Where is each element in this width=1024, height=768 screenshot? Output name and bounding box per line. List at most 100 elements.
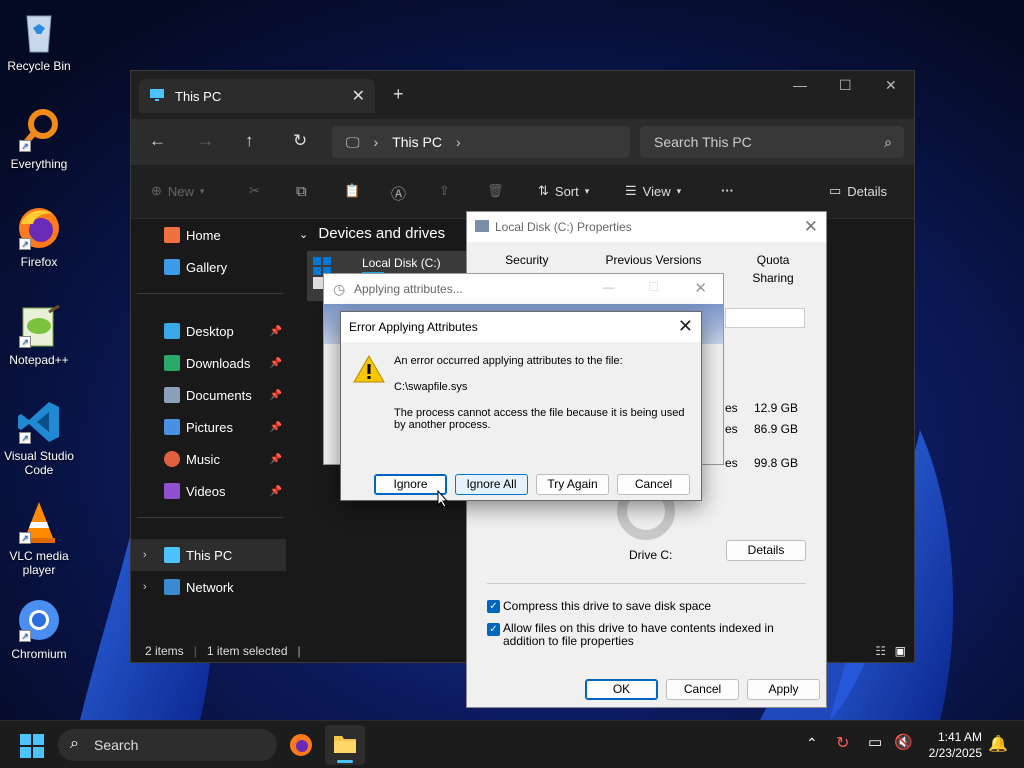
tab-sharing[interactable]: Sharing: [728, 269, 818, 287]
maximize-button[interactable]: ☐: [648, 280, 659, 294]
clock[interactable]: 1:41 AM 2/23/2025: [929, 729, 982, 761]
close-window-button[interactable]: ✕: [885, 77, 897, 94]
desktop-icon-firefox[interactable]: ↗ Firefox: [4, 204, 74, 269]
details-view-icon[interactable]: ☷: [875, 644, 886, 658]
paste-icon[interactable]: 📋: [344, 183, 360, 199]
search-input[interactable]: Search This PC ⌕: [640, 126, 904, 158]
tab-this-pc[interactable]: This PC ✕: [139, 79, 375, 113]
chevron-up-icon[interactable]: ⌃: [806, 735, 818, 752]
tab-quota[interactable]: Quota: [728, 251, 818, 269]
shortcut-arrow-icon: ↗: [19, 532, 31, 544]
address-bar[interactable]: 🖵 › This PC ›: [332, 126, 630, 158]
desktop-icon-vscode[interactable]: ↗ Visual Studio Code: [4, 398, 74, 477]
refresh-button[interactable]: ↻: [293, 131, 307, 151]
close-tab-icon[interactable]: ✕: [352, 86, 365, 106]
chevron-down-icon: ▾: [676, 185, 682, 196]
pin-icon[interactable]: 📌: [270, 422, 282, 433]
close-icon[interactable]: ✕: [694, 279, 707, 297]
nav-label: Downloads: [186, 355, 251, 371]
tab-previous-versions[interactable]: Previous Versions: [579, 251, 729, 269]
desktop-icon-notepadpp[interactable]: ↗ Notepad++: [4, 302, 74, 367]
file-explorer-taskbar-button[interactable]: [325, 725, 365, 765]
up-button[interactable]: ↑: [245, 131, 254, 151]
sync-icon[interactable]: ↻: [836, 733, 849, 753]
notepadpp-icon: ↗: [15, 302, 63, 350]
pin-icon[interactable]: 📌: [270, 486, 282, 497]
volume-label-input[interactable]: [725, 308, 805, 328]
cut-icon[interactable]: ✂: [249, 183, 260, 199]
network-status-icon[interactable]: ▭: [868, 733, 882, 751]
volume-muted-icon[interactable]: 🔇: [894, 733, 913, 751]
clock-date: 2/23/2025: [928, 746, 982, 760]
nav-label: This PC: [186, 547, 233, 563]
desktop-icon-chromium[interactable]: ↗ Chromium: [4, 596, 74, 661]
group-header[interactable]: ⌄ Devices and drives: [299, 225, 445, 242]
free-space-suffix: es: [725, 422, 738, 436]
status-divider: |: [297, 644, 301, 658]
nav-item-documents[interactable]: Documents 📌: [131, 379, 286, 411]
rename-icon[interactable]: Ⓐ: [391, 183, 406, 204]
ignore-all-button[interactable]: Ignore All: [455, 474, 528, 495]
pin-icon[interactable]: 📌: [270, 454, 282, 465]
ok-button[interactable]: OK: [585, 679, 658, 700]
notification-bell-icon[interactable]: 🔔: [988, 734, 1008, 754]
cancel-button[interactable]: Cancel: [617, 474, 690, 495]
firefox-taskbar-icon[interactable]: [288, 732, 314, 758]
desktop-icon-vlc[interactable]: ↗ VLC media player: [4, 498, 74, 577]
drive-name: Local Disk (C:): [362, 256, 441, 270]
compress-checkbox[interactable]: ✓: [487, 600, 500, 613]
forward-button[interactable]: →: [197, 131, 214, 151]
pin-icon[interactable]: 📌: [270, 326, 282, 337]
details-pane-button[interactable]: ▭ Details: [829, 183, 887, 199]
tab-security[interactable]: Security: [475, 251, 579, 269]
error-message: An error occurred applying attributes to…: [394, 355, 623, 367]
cancel-button[interactable]: Cancel: [666, 679, 739, 700]
desktop-icon-everything[interactable]: ↗ Everything: [4, 106, 74, 171]
address-bar-row: ← → ↑ ↻ 🖵 › This PC › Search This PC ⌕: [131, 119, 914, 165]
new-label: New: [167, 183, 194, 199]
copy-icon[interactable]: ⧉: [296, 183, 307, 200]
close-icon[interactable]: ✕: [678, 316, 693, 337]
close-icon[interactable]: ✕: [804, 217, 818, 237]
maximize-button[interactable]: ☐: [839, 77, 852, 94]
nav-item-music[interactable]: Music 📌: [131, 443, 286, 475]
share-icon[interactable]: ⇪: [439, 183, 450, 199]
desktop-icon-label: VLC media player: [9, 549, 69, 577]
windows-start-icon[interactable]: [20, 734, 44, 758]
nav-item-desktop[interactable]: Desktop 📌: [131, 315, 286, 347]
more-options-button[interactable]: ···: [721, 183, 734, 198]
nav-item-pictures[interactable]: Pictures 📌: [131, 411, 286, 443]
nav-item-gallery[interactable]: Gallery: [131, 251, 286, 283]
pin-icon[interactable]: 📌: [270, 390, 282, 401]
minimize-button[interactable]: —: [793, 77, 807, 93]
home-icon: [164, 227, 180, 243]
sort-button[interactable]: ⇅ Sort ▾: [538, 183, 589, 199]
chevron-right-icon[interactable]: ›: [143, 549, 147, 561]
chevron-down-icon: ▾: [584, 185, 590, 196]
nav-item-videos[interactable]: Videos 📌: [131, 475, 286, 507]
new-button[interactable]: ⊕ New ▾: [151, 183, 204, 199]
taskbar-search[interactable]: ⌕ Search: [58, 729, 277, 761]
try-again-button[interactable]: Try Again: [536, 474, 609, 495]
desktop-icon-label: Notepad++: [9, 353, 69, 367]
desktop-icon-recycle-bin[interactable]: Recycle Bin: [4, 8, 74, 73]
index-checkbox[interactable]: ✓: [487, 623, 500, 636]
nav-item-home[interactable]: Home: [131, 219, 286, 251]
apply-button[interactable]: Apply: [747, 679, 820, 700]
chevron-right-icon[interactable]: ›: [143, 581, 147, 593]
applying-titlebar: ◷ Applying attributes... — ☐ ✕: [324, 274, 723, 304]
details-button[interactable]: Details: [726, 540, 806, 561]
back-button[interactable]: ←: [149, 131, 166, 151]
view-button[interactable]: ☰ View ▾: [625, 183, 681, 199]
capacity-suffix: es: [725, 456, 738, 470]
nav-item-this-pc[interactable]: › This PC: [131, 539, 286, 571]
pin-icon[interactable]: 📌: [270, 358, 282, 369]
nav-item-downloads[interactable]: Downloads 📌: [131, 347, 286, 379]
delete-icon[interactable]: 🗑: [487, 183, 504, 199]
recycle-bin-icon: [15, 8, 63, 56]
drive-icon: [475, 220, 489, 232]
tiles-view-icon[interactable]: ▣: [895, 644, 906, 658]
nav-item-network[interactable]: › Network: [131, 571, 286, 603]
minimize-button[interactable]: —: [603, 280, 615, 294]
new-tab-button[interactable]: +: [393, 84, 404, 105]
